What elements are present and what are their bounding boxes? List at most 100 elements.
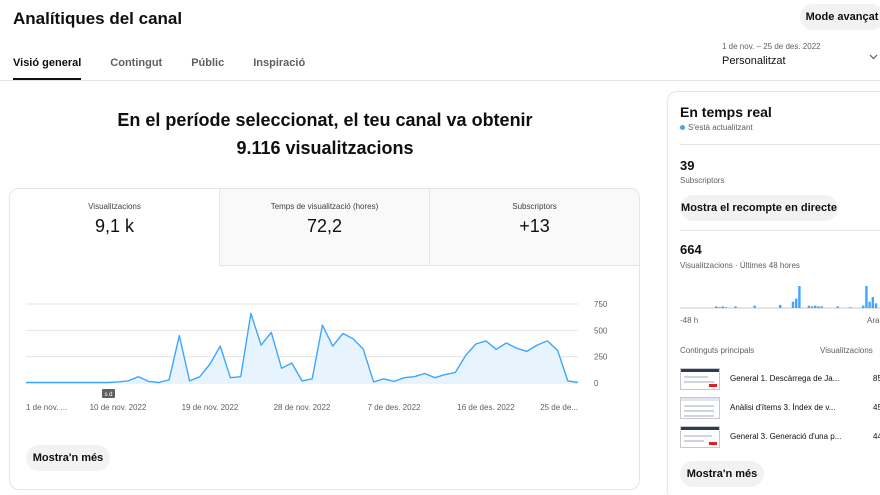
- data-point: [209, 363, 211, 365]
- data-point: [495, 348, 497, 350]
- data-point: [76, 381, 78, 383]
- top-content-row[interactable]: General 3. Generació d'una p... 44: [680, 426, 880, 448]
- y-tick-label: 750: [594, 300, 608, 309]
- advanced-mode-button[interactable]: Mode avançat: [800, 4, 880, 30]
- data-point: [362, 348, 364, 350]
- data-point: [444, 373, 446, 375]
- realtime-bar: [820, 306, 823, 308]
- data-point: [250, 312, 252, 314]
- data-point: [260, 344, 262, 346]
- thumbnail-line: [684, 440, 704, 442]
- data-point: [526, 350, 528, 352]
- data-point: [393, 380, 395, 382]
- thumbnail-line: [684, 415, 714, 417]
- data-point: [188, 380, 190, 382]
- x-tick-label: 16 de des. 2022: [457, 403, 515, 412]
- top-content-row[interactable]: Anàlisi d'ítems 3. Índex de v... 45: [680, 397, 880, 419]
- top-content-header: Continguts principals: [680, 346, 755, 355]
- metric-label: Temps de visualització (hores): [270, 202, 379, 211]
- data-point: [321, 324, 323, 326]
- metric-watch-time[interactable]: Temps de visualització (hores) 72,2: [219, 189, 429, 266]
- data-point: [25, 381, 27, 383]
- realtime-bar: [791, 301, 795, 308]
- divider: [680, 230, 880, 231]
- realtime-views-label: Visualitzacions · Últimes 48 hores: [680, 261, 800, 270]
- data-point: [556, 349, 558, 351]
- data-point: [45, 381, 47, 383]
- data-point: [331, 345, 333, 347]
- period-selector[interactable]: 1 de nov. – 25 de des. 2022 Personalitza…: [722, 42, 880, 67]
- metric-value: 72,2: [306, 216, 343, 236]
- data-point: [270, 331, 272, 333]
- x-tick-label: 1 de nov. ...: [26, 403, 67, 412]
- realtime-bar: [807, 305, 811, 308]
- period-range: 1 de nov. – 25 de des. 2022: [722, 42, 821, 51]
- thumbnail-header: [681, 427, 719, 430]
- realtime-bar: [849, 307, 852, 308]
- realtime-bar: [868, 301, 871, 308]
- data-point: [137, 375, 139, 377]
- data-point: [147, 380, 149, 382]
- tab-overview[interactable]: Visió general: [13, 57, 82, 80]
- tab-bar: Visió general Contingut Públic Inspiraci…: [13, 57, 334, 80]
- data-point: [168, 379, 170, 381]
- thumbnail-line: [684, 405, 714, 407]
- thumbnail-line: [684, 381, 714, 383]
- realtime-bar: [865, 286, 868, 308]
- data-point: [66, 381, 68, 383]
- x-tick-label: 25 de de...: [540, 403, 578, 412]
- thumbnail-accent: [709, 384, 717, 387]
- metric-value: +13: [519, 216, 550, 236]
- data-point: [546, 340, 548, 342]
- tab-audience[interactable]: Públic: [191, 57, 224, 80]
- x-tick-label: 7 de des. 2022: [368, 403, 421, 412]
- data-point: [178, 334, 180, 336]
- x-tick-label: 10 de nov. 2022: [90, 403, 147, 412]
- metric-views[interactable]: Visualitzacions 9,1 k: [10, 189, 219, 266]
- realtime-axis-right: Ara: [867, 316, 880, 325]
- realtime-show-more-button[interactable]: Mostra'n més: [680, 461, 764, 487]
- tab-inspiration[interactable]: Inspiració: [253, 57, 305, 80]
- top-content-views-header: Visualitzacions: [820, 346, 873, 355]
- data-point: [219, 345, 221, 347]
- data-point: [229, 377, 231, 379]
- data-point: [342, 332, 344, 334]
- page-title: Analítiques del canal: [13, 9, 183, 28]
- content-views: 44: [873, 432, 880, 441]
- thumbnail-line: [684, 410, 714, 412]
- realtime-bar: [724, 307, 728, 308]
- realtime-card: En temps real S'està actualitzant 39 Sub…: [667, 91, 880, 495]
- data-point: [199, 375, 201, 377]
- data-point: [434, 377, 436, 379]
- chevron-down-icon[interactable]: [869, 51, 878, 63]
- data-point: [383, 378, 385, 380]
- data-point: [291, 362, 293, 364]
- realtime-bar: [817, 306, 820, 308]
- headline-line-1: En el període seleccionat, el teu canal …: [117, 110, 533, 130]
- data-point: [413, 375, 415, 377]
- period-label: Personalitzat: [722, 55, 786, 67]
- realtime-views-value: 664: [680, 242, 702, 257]
- data-point: [96, 381, 98, 383]
- overview-card: Visualitzacions 9,1 k Temps de visualitz…: [9, 188, 640, 490]
- thumbnail-accent: [709, 442, 717, 445]
- realtime-bar: [810, 306, 814, 308]
- data-point: [35, 381, 37, 383]
- tab-content[interactable]: Contingut: [110, 57, 162, 80]
- show-more-button[interactable]: Mostra'n més: [26, 445, 110, 471]
- content-title: Anàlisi d'ítems 3. Índex de v...: [730, 403, 836, 412]
- top-content-row[interactable]: General 1. Descàrrega de Ja... 85: [680, 368, 880, 390]
- realtime-axis-left: -48 h: [680, 316, 699, 325]
- data-point: [311, 378, 313, 380]
- data-point: [515, 347, 517, 349]
- thumbnail-line: [684, 376, 708, 378]
- data-point: [372, 381, 374, 383]
- realtime-bar: [862, 305, 865, 308]
- realtime-status: S'està actualitzant: [680, 123, 753, 132]
- live-count-button[interactable]: Mostra el recompte en directe: [680, 195, 838, 221]
- video-thumbnail: [680, 397, 720, 419]
- x-tick-label: 28 de nov. 2022: [274, 403, 331, 412]
- metric-subscribers[interactable]: Subscriptors +13: [429, 189, 639, 266]
- realtime-bar: [871, 297, 874, 308]
- data-point: [107, 381, 109, 383]
